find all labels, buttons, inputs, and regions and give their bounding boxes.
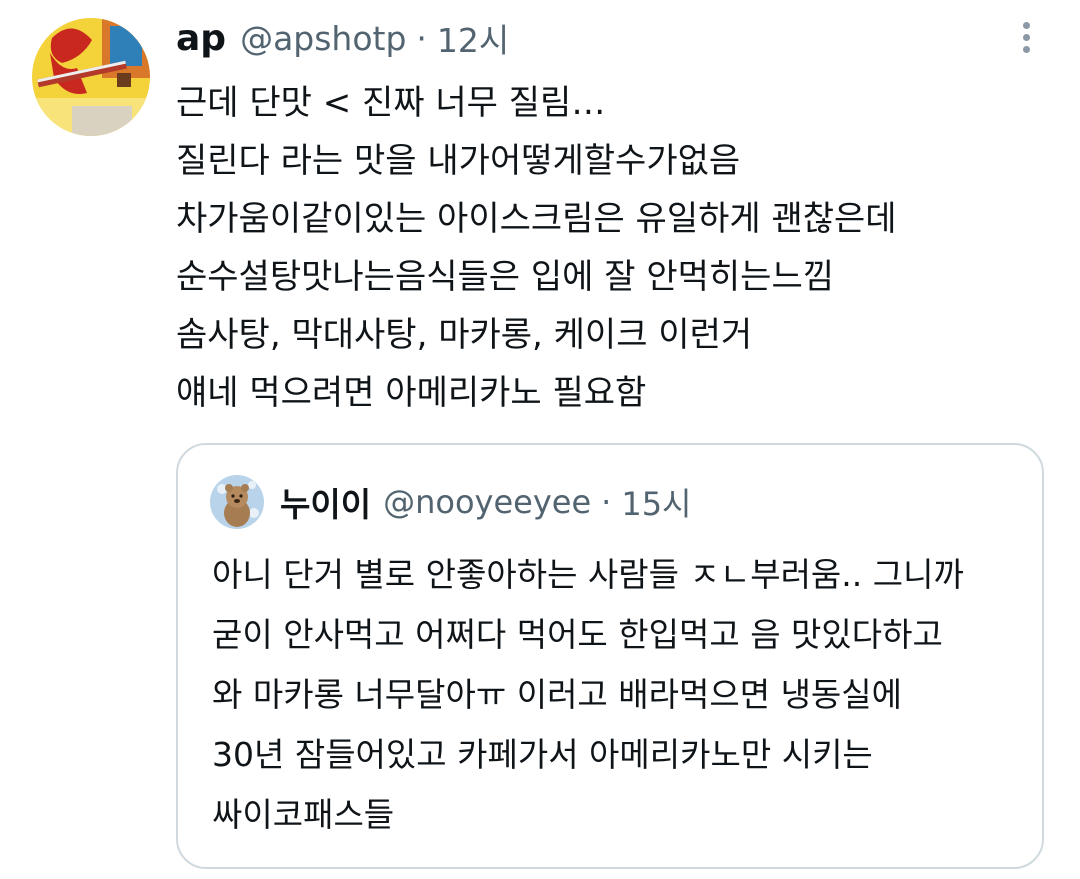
quoted-avatar: [210, 475, 264, 529]
tweet-text-line: 순수설탕맛나는음식들은 입에 잘 안먹히는느낌: [176, 257, 835, 297]
avatar[interactable]: [32, 18, 150, 136]
quoted-tweet-card[interactable]: 누이이 @nooyeeyee · 15시 아니 단거 별로 안좋아하는 사람들 …: [176, 443, 1044, 869]
display-name[interactable]: ap: [176, 18, 226, 59]
quoted-display-name[interactable]: 누이이: [280, 478, 371, 526]
tweet-text-line: 차가움이같이있는 아이스크림은 유일하게 괜찮은데: [176, 199, 897, 239]
quoted-text-line: 굳이 안사먹고 어쩌다 먹어도 한입먹고 음 맛있다하고: [212, 615, 943, 654]
quoted-text-line: 아니 단거 별로 안좋아하는 사람들 ㅈㄴ부러움.. 그니까: [212, 555, 964, 594]
separator-dot: ·: [416, 18, 427, 58]
quoted-user-handle[interactable]: @nooyeeyee: [383, 483, 591, 521]
tweet-text-line: 솜사탕, 막대사탕, 마카롱, 케이크 이런거: [176, 315, 753, 355]
tweet-text-line: 근데 단맛 < 진짜 너무 질림…: [176, 83, 606, 123]
tweet[interactable]: ap @apshotp · 12시 근데 단맛 < 진짜 너무 질림… 질린다 …: [0, 0, 1080, 879]
separator-dot: ·: [601, 483, 612, 521]
quoted-tweet-text: 아니 단거 별로 안좋아하는 사람들 ㅈㄴ부러움.. 그니까 굳이 안사먹고 어…: [212, 545, 1032, 845]
quoted-text-line: 싸이코패스들: [212, 795, 395, 834]
quoted-timestamp[interactable]: 15시: [621, 479, 691, 525]
tweet-header: ap @apshotp · 12시: [176, 10, 509, 66]
more-vertical-icon[interactable]: [1020, 22, 1032, 58]
tweet-text-line: 질린다 라는 맛을 내가어떻게할수가없음: [176, 141, 741, 181]
tweet-text: 근데 단맛 < 진짜 너무 질림… 질린다 라는 맛을 내가어떻게할수가없음 차…: [176, 74, 1056, 422]
quoted-text-line: 와 마카롱 너무달아ㅠ 이러고 배라먹으면 냉동실에: [212, 675, 903, 714]
user-handle[interactable]: @apshotp: [240, 19, 406, 58]
timestamp[interactable]: 12시: [437, 14, 509, 62]
quoted-tweet-header: 누이이 @nooyeeyee · 15시: [210, 473, 692, 531]
tweet-text-line: 얘네 먹으려면 아메리카노 필요함: [176, 373, 647, 413]
quoted-text-line: 30년 잠들어있고 카페가서 아메리카노만 시키는: [212, 735, 873, 774]
